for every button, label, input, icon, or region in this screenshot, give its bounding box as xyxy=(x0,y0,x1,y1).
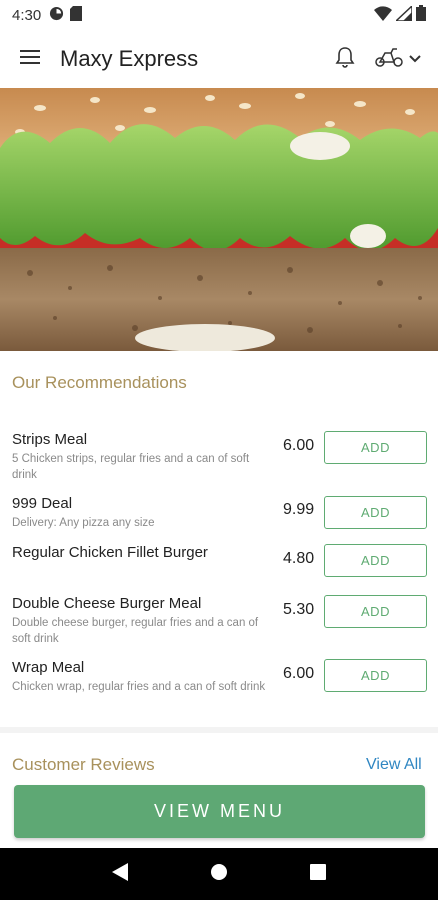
system-nav-bar xyxy=(0,848,438,900)
item-price: 6.00 xyxy=(283,437,315,454)
item-name: Wrap Meal xyxy=(12,659,85,676)
sd-card-icon xyxy=(70,5,83,25)
home-icon xyxy=(210,863,228,886)
recommendations-title: Our Recommendations xyxy=(12,373,187,392)
menu-icon xyxy=(20,49,40,70)
view-menu-button[interactable]: VIEW MENU xyxy=(14,785,425,838)
item-name: Regular Chicken Fillet Burger xyxy=(12,544,208,561)
data-saver-icon xyxy=(49,6,64,25)
menu-button[interactable] xyxy=(0,30,60,88)
item-description: Delivery: Any pizza any size xyxy=(12,517,155,529)
reviews-title: Customer Reviews xyxy=(12,755,155,774)
recents-icon xyxy=(310,863,327,885)
hero-image xyxy=(0,88,438,351)
item-price: 6.00 xyxy=(283,665,315,682)
wifi-icon xyxy=(374,5,392,25)
page-title: Maxy Express xyxy=(60,46,199,71)
bell-icon xyxy=(335,46,355,73)
add-button[interactable]: ADD xyxy=(324,496,427,529)
signal-icon xyxy=(394,3,413,25)
back-button[interactable] xyxy=(100,854,140,894)
item-description: 5 Chicken strips, regular fries and a ca… xyxy=(12,453,250,481)
item-name: Double Cheese Burger Meal xyxy=(12,595,202,612)
recents-button[interactable] xyxy=(298,854,338,894)
app-bar: Maxy Express xyxy=(0,30,438,88)
add-button[interactable]: ADD xyxy=(324,544,427,577)
item-price: 4.80 xyxy=(283,550,315,567)
item-price: 5.30 xyxy=(283,601,315,618)
item-price: 9.99 xyxy=(283,501,315,518)
delivery-mode-button[interactable] xyxy=(370,39,426,79)
status-time: 4:30 xyxy=(12,6,42,24)
back-icon xyxy=(111,862,128,886)
notifications-button[interactable] xyxy=(328,39,362,79)
battery-icon xyxy=(416,5,426,25)
add-button[interactable]: ADD xyxy=(324,431,427,464)
section-divider xyxy=(0,727,438,733)
home-button[interactable] xyxy=(199,854,239,894)
scooter-icon xyxy=(375,47,403,72)
item-name: Strips Meal xyxy=(12,431,88,448)
add-button[interactable]: ADD xyxy=(324,659,427,692)
view-all-link[interactable]: View All xyxy=(366,756,422,774)
item-description: Chicken wrap, regular fries and a can of… xyxy=(12,681,266,693)
item-name: 999 Deal xyxy=(12,495,73,512)
status-bar: 4:30 xyxy=(0,0,438,30)
item-description: Double cheese burger, regular fries and … xyxy=(12,617,259,645)
add-button[interactable]: ADD xyxy=(324,595,427,628)
chevron-down-icon xyxy=(409,50,421,68)
